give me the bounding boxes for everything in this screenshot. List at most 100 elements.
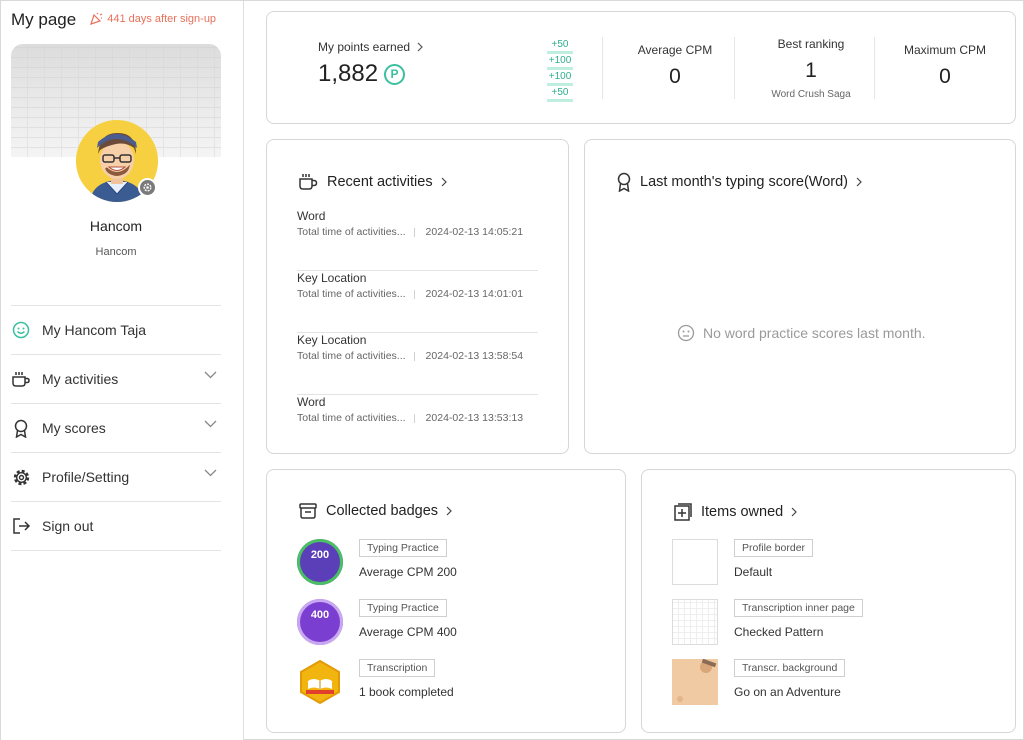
adventure-background-thumbnail — [672, 658, 718, 705]
chevron-down-icon — [204, 420, 217, 428]
chevron-right-icon — [417, 42, 423, 52]
activity-name: Key Location — [297, 333, 367, 347]
badge-name: Average CPM 200 — [359, 565, 457, 579]
activity-meta: Total time of activities... 2024-02-13 14… — [297, 288, 523, 300]
activity-meta: Total time of activities... 2024-02-13 13… — [297, 412, 523, 424]
points-icon: P — [384, 63, 406, 85]
signup-days-text: 441 days after sign-up — [107, 12, 217, 25]
activity-row[interactable]: Key Location Total time of activities...… — [297, 271, 538, 333]
badge-number: 200 — [310, 549, 330, 561]
typing-score-title: Last month's typing score(Word) — [640, 174, 848, 190]
party-popper-icon — [90, 12, 103, 25]
activity-desc: Total time of activities... — [297, 288, 406, 300]
profile-name: Hancom — [89, 218, 143, 234]
badge-tag: Typing Practice — [359, 539, 447, 557]
smile-icon — [11, 320, 31, 340]
add-box-icon — [673, 502, 693, 522]
sidebar-item-label: My scores — [42, 420, 106, 436]
divider — [734, 37, 735, 99]
items-owned-card: Items owned Profile border Default Trans… — [641, 469, 1016, 733]
sidebar-item-label: My activities — [42, 371, 119, 387]
activity-name: Key Location — [297, 271, 367, 285]
sign-out-icon — [11, 516, 31, 536]
chevron-down-icon — [204, 371, 217, 379]
items-owned-header[interactable]: Items owned — [673, 502, 798, 522]
profile-border-thumbnail — [672, 539, 718, 585]
points-delta: +100 — [547, 54, 573, 70]
activity-row[interactable]: Key Location Total time of activities...… — [297, 333, 538, 395]
page-title: My page — [11, 10, 77, 29]
recent-activities-header[interactable]: Recent activities — [298, 172, 447, 191]
neutral-face-icon — [677, 324, 695, 342]
points-value-row: 1,882 P — [318, 60, 406, 88]
items-owned-title: Items owned — [701, 504, 784, 520]
maximum-cpm-stat: Maximum CPM 0 — [895, 43, 995, 89]
avatar-settings-icon[interactable] — [138, 178, 157, 197]
average-cpm-stat: Average CPM 0 — [625, 43, 725, 89]
activity-time: 2024-02-13 13:53:13 — [425, 412, 524, 424]
typing-score-header[interactable]: Last month's typing score(Word) — [616, 172, 862, 192]
recent-activities-title: Recent activities — [327, 173, 433, 190]
collected-badges-title: Collected badges — [326, 503, 439, 519]
item-tag: Transcr. background — [734, 659, 846, 677]
sidebar-item-my-hancom-taja[interactable]: My Hancom Taja — [11, 306, 221, 355]
chevron-right-icon — [441, 177, 447, 187]
activity-time: 2024-02-13 14:01:01 — [425, 288, 524, 300]
points-value: 1,882 — [318, 60, 379, 87]
divider — [602, 37, 603, 99]
points-delta: +50 — [547, 86, 573, 102]
sidebar: My page 441 days after sign-up Hancom Ha… — [1, 1, 244, 740]
badge-tag: Typing Practice — [359, 599, 447, 617]
badge-tag: Transcription — [359, 659, 436, 677]
item-name: Default — [734, 565, 773, 579]
points-delta: +50 — [547, 38, 573, 54]
sidebar-item-profile-setting[interactable]: Profile/Setting — [11, 453, 221, 502]
sidebar-item-my-scores[interactable]: My scores — [11, 404, 221, 453]
points-link[interactable]: My points earned — [318, 40, 423, 54]
badge-name: 1 book completed — [359, 685, 454, 699]
gear-icon — [11, 467, 31, 487]
stat-sub: Word Crush Saga — [771, 89, 851, 100]
points-deltas: +50 +100 +100 +50 — [547, 38, 573, 102]
empty-scores-text: No word practice scores last month. — [703, 325, 926, 341]
profile-subname: Hancom — [95, 246, 137, 258]
chevron-down-icon — [204, 469, 217, 477]
badge-number: 400 — [310, 609, 330, 621]
collected-badges-header[interactable]: Collected badges — [298, 502, 452, 520]
empty-scores-message: No word practice scores last month. — [677, 324, 926, 342]
activity-desc: Total time of activities... — [297, 412, 406, 424]
activity-row[interactable]: Word Total time of activities... 2024-02-… — [297, 209, 538, 271]
item-tag: Transcription inner page — [734, 599, 863, 617]
archive-icon — [298, 502, 318, 520]
stat-value: 0 — [939, 65, 951, 88]
rabbit-badge-icon: 400 — [297, 599, 343, 645]
sidebar-item-my-activities[interactable]: My activities — [11, 355, 221, 404]
points-card: My points earned 1,882 P +50 +100 +100 +… — [266, 11, 1016, 124]
activity-desc: Total time of activities... — [297, 350, 406, 362]
sidebar-item-label: Profile/Setting — [42, 469, 130, 485]
stat-label: Best ranking — [777, 37, 845, 51]
item-name: Checked Pattern — [734, 625, 824, 639]
chevron-right-icon — [856, 177, 862, 187]
activity-name: Word — [297, 209, 326, 223]
activity-meta: Total time of activities... 2024-02-13 13… — [297, 350, 523, 362]
best-ranking-stat: Best ranking 1 Word Crush Saga — [756, 37, 866, 100]
activity-row[interactable]: Word Total time of activities... 2024-02-… — [297, 395, 538, 457]
collected-badges-card: Collected badges 200 Typing Practice Ave… — [266, 469, 626, 733]
item-name: Go on an Adventure — [734, 685, 841, 699]
sidebar-item-label: Sign out — [42, 518, 94, 534]
stat-value: 1 — [805, 59, 817, 82]
award-icon — [11, 418, 31, 438]
sidebar-menu: My Hancom Taja My activities My scores P… — [11, 305, 221, 551]
sidebar-item-sign-out[interactable]: Sign out — [11, 502, 221, 551]
sidebar-item-label: My Hancom Taja — [42, 322, 147, 338]
book-badge-icon — [297, 659, 343, 705]
my-page: My page 441 days after sign-up Hancom Ha… — [0, 0, 1024, 740]
activity-time: 2024-02-13 14:05:21 — [425, 226, 524, 238]
chevron-right-icon — [446, 506, 452, 516]
stat-label: Maximum CPM — [903, 43, 986, 57]
activity-name: Word — [297, 395, 326, 409]
coffee-cup-icon — [298, 172, 319, 191]
stat-value: 0 — [669, 65, 681, 88]
activity-desc: Total time of activities... — [297, 226, 406, 238]
